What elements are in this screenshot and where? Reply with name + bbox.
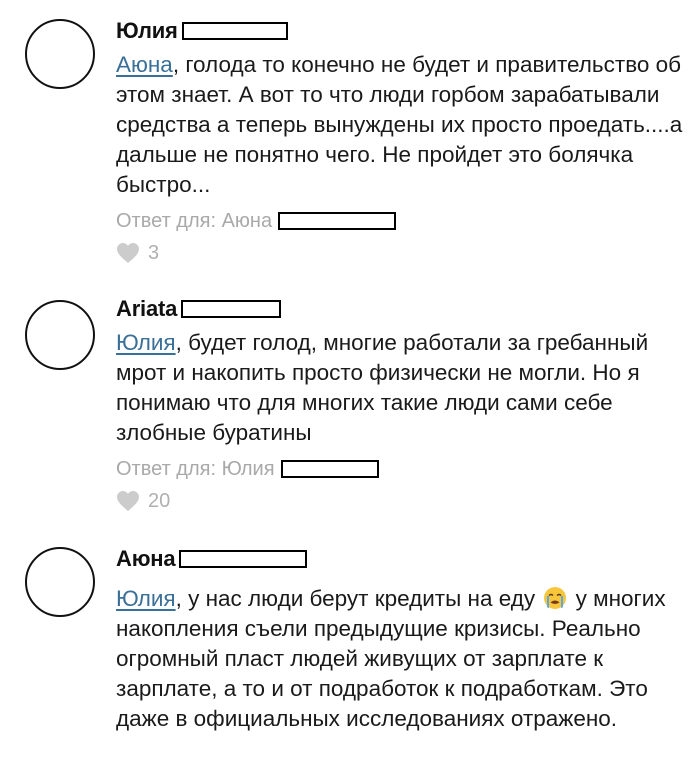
comment-text-body: , будет голод, многие работали за гребан… (116, 330, 649, 445)
comment-body: Юлия Аюна, голода то конечно не будет и … (116, 16, 694, 268)
redacted-box (181, 300, 282, 318)
comment-text: Юлия, у нас люди берут кредиты на еду у … (116, 584, 694, 734)
author-name[interactable]: Аюна (116, 546, 176, 572)
reply-to[interactable]: Ответ для: Юлия (116, 454, 694, 484)
like-count: 20 (148, 489, 171, 512)
reply-to-label: Ответ для: Аюна (116, 209, 273, 232)
like-counter[interactable]: 3 (116, 238, 694, 268)
author-name[interactable]: Юлия (116, 18, 178, 44)
reply-to-label: Ответ для: Юлия (116, 457, 275, 480)
reply-to[interactable]: Ответ для: Аюна (116, 206, 694, 236)
comment-header: Ariata (116, 294, 694, 324)
comment-header: Юлия (116, 16, 694, 46)
redacted-box (280, 460, 379, 478)
avatar[interactable] (25, 547, 95, 617)
mention-link[interactable]: Юлия (116, 586, 176, 611)
comment-text-before-emoji: , у нас люди берут кредиты на еду (175, 586, 536, 611)
crying-face-icon (544, 587, 567, 609)
comment-text: Аюна, голода то конечно не будет и прави… (116, 50, 694, 200)
comment-header: Аюна (116, 544, 694, 574)
avatar[interactable] (25, 19, 95, 89)
like-count: 3 (148, 241, 160, 264)
heart-icon[interactable] (116, 242, 140, 264)
comment-text: Юлия, будет голод, многие работали за гр… (116, 328, 694, 448)
redacted-box (181, 22, 288, 40)
comment-text-body: , голода то конечно не будет и правитель… (116, 52, 683, 197)
mention-link[interactable]: Аюна (116, 52, 173, 77)
comment-body: Ariata Юлия, будет голод, многие работал… (116, 294, 694, 516)
heart-icon[interactable] (116, 490, 140, 512)
comment-body: Аюна Юлия, у нас люди берут кредиты на е… (116, 544, 694, 734)
like-counter[interactable]: 20 (116, 486, 694, 516)
redacted-box (179, 550, 308, 568)
author-name[interactable]: Ariata (116, 296, 177, 322)
redacted-box (278, 212, 397, 230)
mention-link[interactable]: Юлия (116, 330, 176, 355)
avatar[interactable] (25, 300, 95, 370)
